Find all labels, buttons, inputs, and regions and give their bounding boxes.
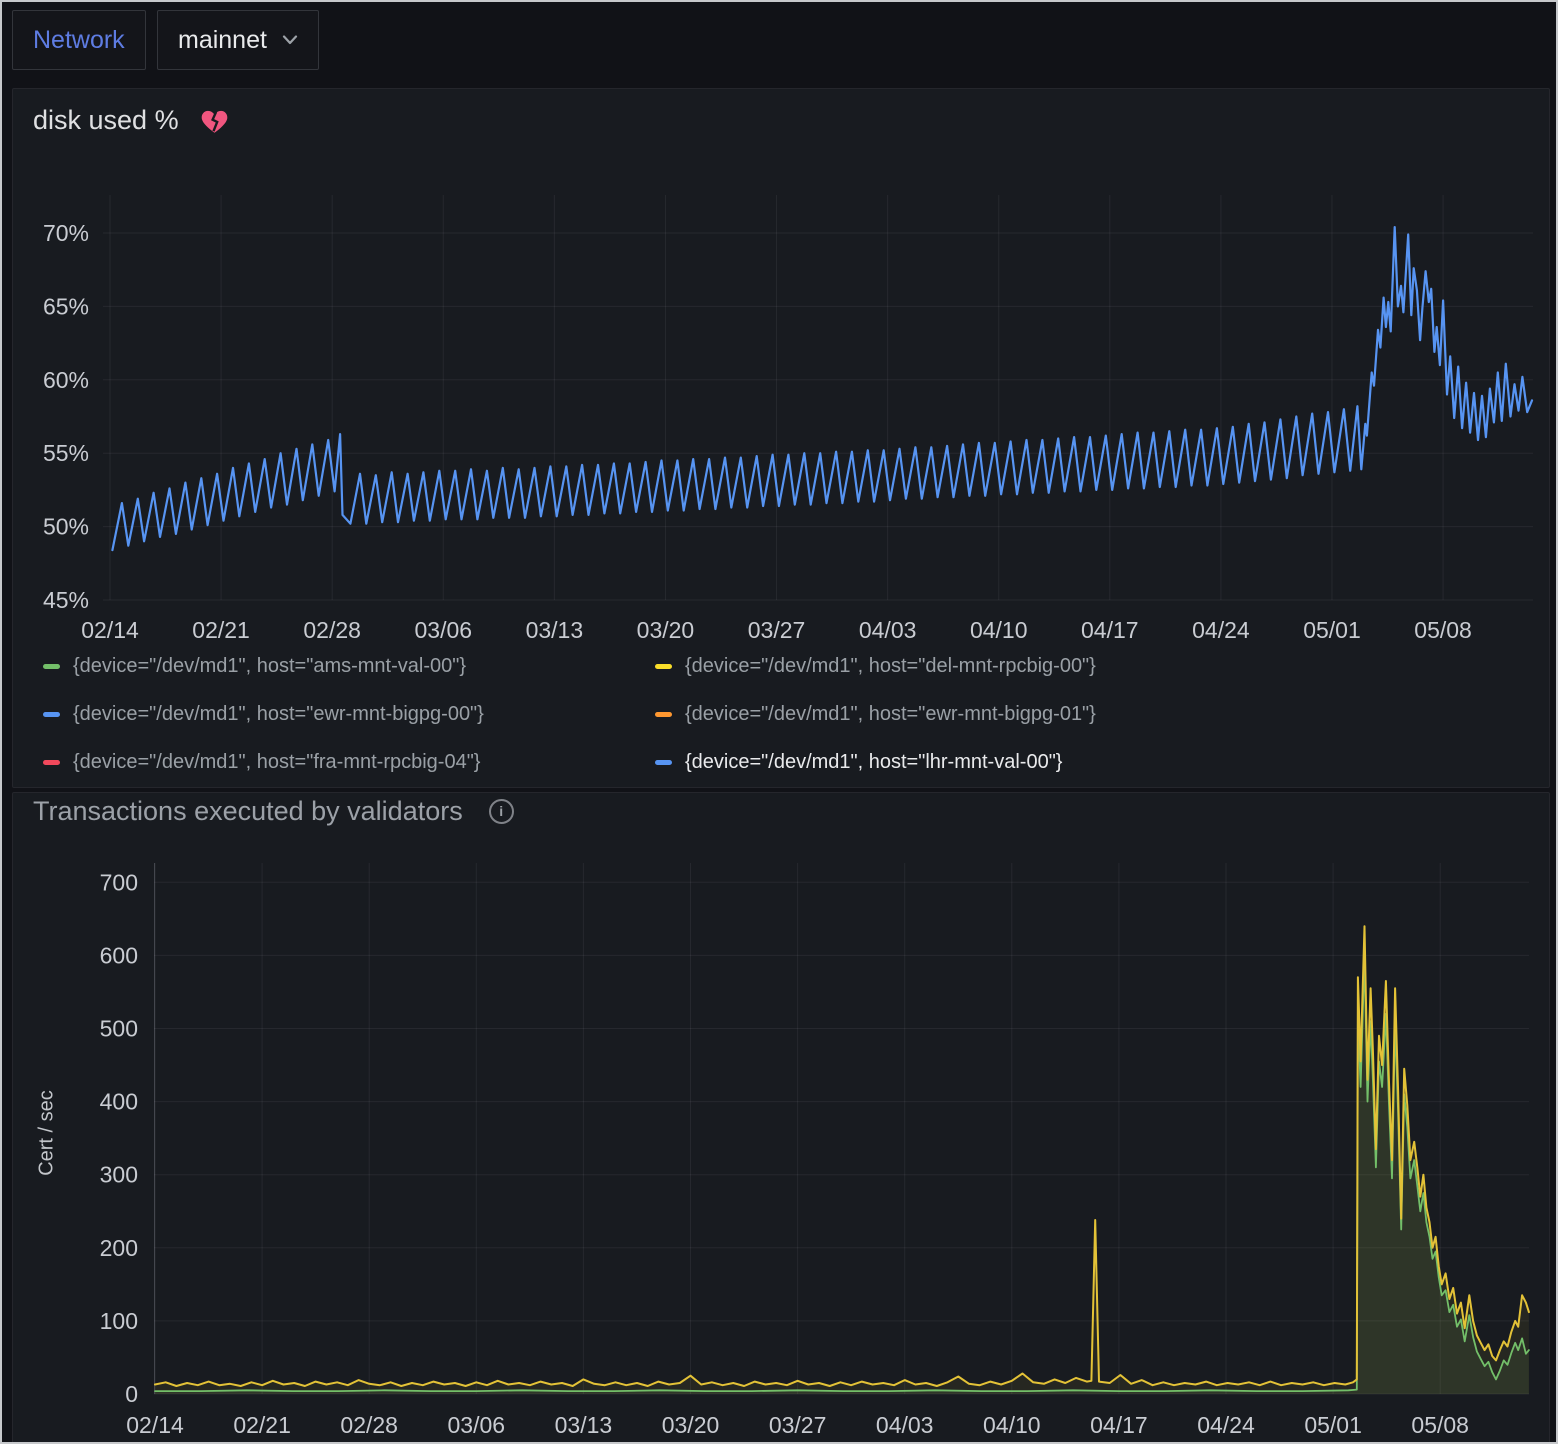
alert-broken-heart-icon [201,109,228,134]
x-tick-label: 02/14 [126,1412,184,1438]
legend-swatch-icon [43,712,60,717]
x-tick-label: 05/01 [1304,1412,1362,1438]
x-tick-label: 03/06 [448,1412,506,1438]
series-line [112,227,1532,550]
legend-item[interactable]: {device="/dev/md1", host="ewr-mnt-bigpg-… [655,703,1096,726]
legend-swatch-icon [655,664,672,669]
y-tick-label: 55% [43,440,89,466]
info-icon[interactable]: i [489,799,514,824]
disk-panel-title: disk used % [33,105,179,135]
y-tick-label: 400 [100,1089,138,1115]
disk-chart-legend: {device="/dev/md1", host="ams-mnt-val-00… [43,655,1096,774]
chevron-down-icon [282,35,298,45]
transactions-chart[interactable]: 02/14 02/21 02/28 03/06 03/13 03/20 03/27 04/03… [13,853,1549,1444]
legend-label: {device="/dev/md1", host="fra-mnt-rpcbig… [73,751,481,774]
x-tick-label: 02/28 [303,617,361,643]
legend-label: {device="/dev/md1", host="lhr-mnt-val-00… [685,751,1062,774]
legend-label: {device="/dev/md1", host="ewr-mnt-bigpg-… [685,703,1096,726]
x-tick-label: 05/08 [1411,1412,1469,1438]
x-tick-label: 04/10 [983,1412,1041,1438]
network-variable-select[interactable]: mainnet [157,10,319,70]
x-tick-label: 02/21 [233,1412,291,1438]
series-line [155,955,1529,1391]
x-tick-label: 03/13 [555,1412,613,1438]
x-tick-label: 05/08 [1414,617,1472,643]
y-tick-label: 500 [100,1016,138,1042]
legend-item[interactable]: {device="/dev/md1", host="del-mnt-rpcbig… [655,655,1096,678]
tx-panel-title: Transactions executed by validators [33,796,463,826]
y-tick-label: 700 [100,869,138,895]
x-tick-label: 04/03 [859,617,917,643]
network-variable-value: mainnet [178,26,267,55]
series-line [155,926,1529,1386]
legend-swatch-icon [655,712,672,717]
panel-disk-used: disk used % 02/14 02/21 02/28 03/06 03/13 03/… [12,88,1550,788]
network-variable-label-text: Network [33,26,125,55]
panel-transactions: Transactions executed by validators i Ce… [12,792,1550,1444]
x-tick-label: 03/20 [637,617,695,643]
legend-item[interactable]: {device="/dev/md1", host="lhr-mnt-val-00… [655,751,1096,774]
x-tick-label: 03/06 [414,617,472,643]
y-tick-label: 70% [43,220,89,246]
x-tick-label: 04/17 [1081,617,1139,643]
y-tick-label: 200 [100,1235,138,1261]
x-tick-label: 03/20 [662,1412,720,1438]
legend-item[interactable]: {device="/dev/md1", host="ewr-mnt-bigpg-… [43,703,655,726]
x-tick-label: 03/27 [748,617,806,643]
x-tick-label: 04/24 [1197,1412,1255,1438]
x-tick-label: 02/14 [81,617,139,643]
y-tick-label: 0 [125,1381,138,1407]
legend-swatch-icon [43,760,60,765]
x-tick-label: 02/28 [340,1412,398,1438]
y-tick-label: 60% [43,367,89,393]
legend-label: {device="/dev/md1", host="ewr-mnt-bigpg-… [73,703,484,726]
disk-panel-header[interactable]: disk used % [13,89,1549,135]
disk-used-chart[interactable]: 02/14 02/21 02/28 03/06 03/13 03/20 03/27 04/03… [13,189,1549,651]
y-tick-label: 100 [100,1308,138,1334]
tx-panel-header[interactable]: Transactions executed by validators i [13,793,1549,826]
y-tick-label: 300 [100,1162,138,1188]
y-tick-label: 600 [100,942,138,968]
x-tick-label: 03/13 [526,617,584,643]
grafana-dashboard: Network mainnet disk used % 02/1402/2102… [0,0,1558,1444]
y-tick-label: 65% [43,293,89,319]
x-tick-label: 04/10 [970,617,1028,643]
legend-swatch-icon [43,664,60,669]
y-tick-label: 50% [43,514,89,540]
legend-label: {device="/dev/md1", host="del-mnt-rpcbig… [685,655,1096,678]
legend-item[interactable]: {device="/dev/md1", host="fra-mnt-rpcbig… [43,751,655,774]
x-tick-label: 04/24 [1192,617,1250,643]
dashboard-variable-bar: Network mainnet [2,2,1556,86]
legend-item[interactable]: {device="/dev/md1", host="ams-mnt-val-00… [43,655,655,678]
x-tick-label: 04/17 [1090,1412,1148,1438]
x-tick-label: 02/21 [192,617,250,643]
x-tick-label: 04/03 [876,1412,934,1438]
x-tick-label: 05/01 [1303,617,1361,643]
x-tick-label: 03/27 [769,1412,827,1438]
series-area [155,926,1529,1394]
y-tick-label: 45% [43,587,89,613]
legend-swatch-icon [655,760,672,765]
legend-label: {device="/dev/md1", host="ams-mnt-val-00… [73,655,466,678]
network-variable-label[interactable]: Network [12,10,146,70]
